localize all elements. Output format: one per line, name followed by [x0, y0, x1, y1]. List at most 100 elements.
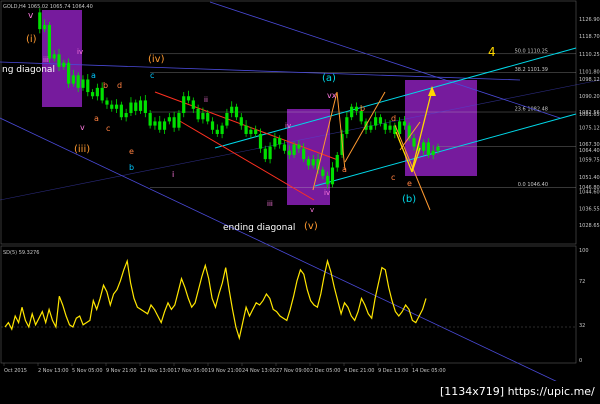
candle-body [287, 150, 291, 155]
candle-body [254, 129, 258, 134]
candle-body [148, 113, 152, 126]
wave-label-d-left: d [117, 81, 122, 90]
candle-body [402, 121, 407, 126]
candle-body [234, 106, 239, 118]
candle-body [62, 62, 66, 67]
candle-body [57, 54, 61, 67]
candle-body [177, 113, 181, 128]
fib-label: 0.0 1046.40 [518, 182, 548, 188]
candle-body [350, 106, 354, 118]
candle-body [186, 96, 191, 101]
candle-body [374, 117, 378, 126]
price-tick-label: 1126.90 [579, 17, 600, 23]
candle-body [345, 117, 349, 134]
wave-label-d-right: d [391, 114, 396, 123]
wave-label-a-left: a [91, 71, 96, 80]
candle-body [412, 138, 416, 147]
candle-body [258, 133, 263, 149]
candle-body [124, 113, 128, 118]
price-tick-label: 1098.12 [579, 77, 600, 83]
annotation-ending-diagonal: ending diagonal [223, 223, 295, 233]
candle-body [162, 121, 167, 130]
wave-label-a-right: a [342, 165, 347, 174]
candle-body [239, 117, 243, 126]
price-tick-label: 1110.25 [579, 52, 600, 58]
candle-body [105, 100, 109, 105]
time-tick-label: 2 Dec 05:00 [310, 368, 340, 374]
candle-body [426, 142, 431, 155]
candle-body [335, 154, 339, 168]
candle-body [436, 146, 440, 151]
candle-body [383, 123, 387, 130]
price-tick-label: 1101.80 [579, 70, 600, 76]
candle-body [196, 108, 200, 120]
time-tick-label: 9 Dec 13:00 [378, 368, 408, 374]
candle-body [326, 175, 330, 185]
candle-body [282, 144, 287, 151]
price-tick-label: 1090.20 [579, 94, 600, 100]
candle-body [244, 125, 248, 134]
candle-body [297, 144, 301, 149]
price-tick-label: 1036.55 [579, 206, 600, 212]
wave-label-c-left2: c [106, 124, 110, 133]
wave-label-iii-mid: iii [267, 200, 273, 208]
candle-body [225, 113, 229, 126]
candle-body [431, 150, 435, 155]
candle-body [263, 148, 267, 160]
candle-body [110, 104, 114, 109]
symbol-header: GOLD,H4 1065.02 1065.74 1064.40 [3, 4, 93, 10]
candle-body [52, 54, 56, 59]
candle-body [86, 79, 90, 93]
candle-body [369, 125, 373, 130]
indicator-tick-label: 72 [579, 279, 585, 285]
candle-body [143, 100, 147, 114]
candle-body [134, 102, 138, 111]
wave-label-iv-top: iv [77, 48, 83, 56]
candle-body [210, 121, 215, 130]
indicator-label: SD(5) 59.3276 [3, 250, 39, 256]
candle-body [378, 117, 383, 124]
time-tick-label: 2 Nov 13:00 [38, 368, 69, 374]
price-tick-label: 1081.65 [579, 112, 600, 118]
price-tick-label: 1059.75 [579, 158, 600, 164]
candle-body [302, 148, 306, 160]
candle-body [158, 121, 162, 130]
wave-label-c-right: c [391, 173, 395, 182]
price-tick-label: 1044.60 [579, 189, 600, 195]
candle-body [278, 138, 282, 145]
time-tick-label: 27 Nov 09:00 [276, 368, 310, 374]
time-tick-label: 24 Nov 13:00 [242, 368, 276, 374]
candle-body [129, 102, 133, 114]
candle-body [153, 121, 157, 126]
wave-label-vx: vx [327, 91, 337, 100]
wave-label-e-right: e [407, 179, 412, 188]
candle-body [354, 106, 359, 111]
elliott-wave-chart: 50.0 1110.25 38.2 1101.39 23.6 1082.48 0.0 … [0, 0, 600, 403]
fib-label: 38.2 1101.39 [515, 67, 548, 73]
candle-body [119, 104, 123, 118]
candle-body [95, 87, 99, 97]
candle-body [47, 24, 51, 59]
indicator-tick-label: 100 [579, 248, 589, 254]
wave-label-b-left: b [103, 81, 108, 90]
wave-label-b-right: b [360, 104, 365, 113]
time-tick-label: 19 Nov 21:00 [208, 368, 242, 374]
candle-body [206, 113, 210, 122]
candle-body [306, 159, 311, 166]
candle-body [388, 125, 392, 130]
time-tick-label: 4 Dec 21:00 [344, 368, 374, 374]
candle-body [138, 100, 143, 111]
wave-label-iv-right: iv [285, 122, 291, 130]
fib-label: 23.6 1082.48 [515, 107, 548, 113]
candle-body [81, 79, 85, 88]
annotation-ng-diagonal: ng diagonal [2, 65, 55, 75]
wave-label-ii-mid: ii [204, 96, 208, 104]
candle-body [90, 92, 95, 97]
wave-label-iv-small: iv [324, 189, 330, 197]
candle-body [422, 142, 426, 151]
candle-body [76, 75, 80, 88]
candle-body [38, 12, 42, 30]
candle-body [230, 106, 234, 114]
time-tick-label: 5 Nov 05:00 [72, 368, 103, 374]
candle-body [215, 129, 219, 134]
